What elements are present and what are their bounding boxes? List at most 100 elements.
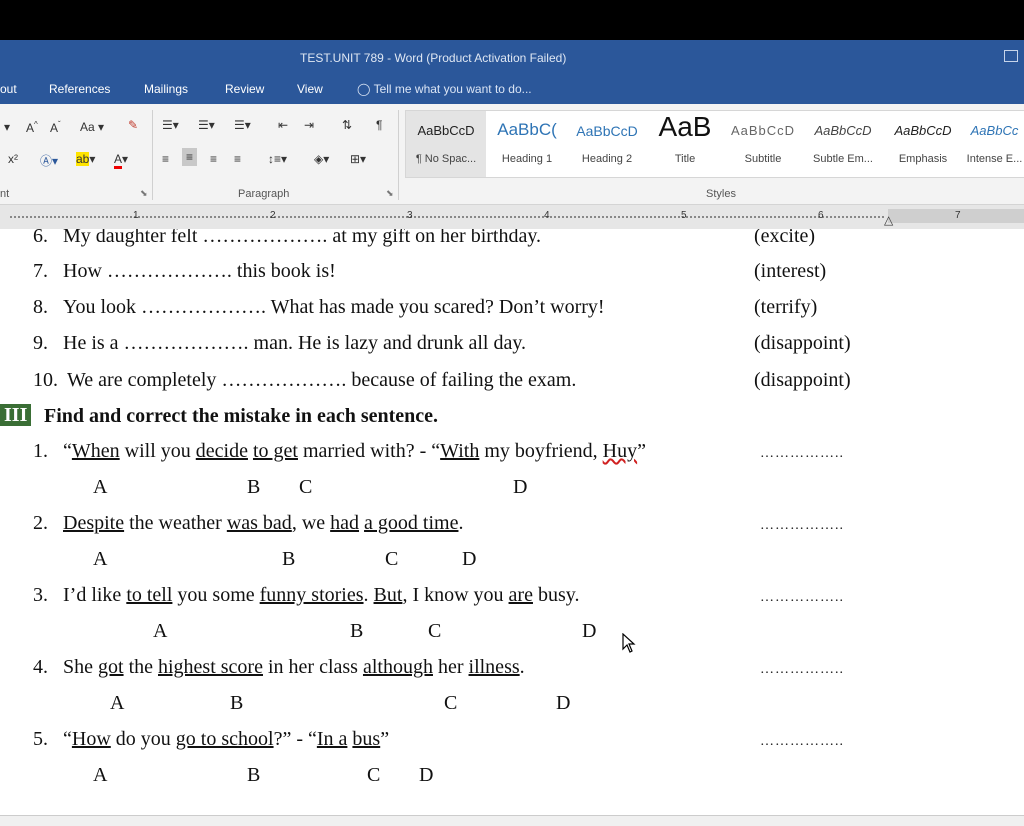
line-spacing-icon[interactable]: ↕≡▾ [268, 152, 287, 166]
option-label: A [93, 548, 108, 570]
style-heading-1[interactable]: AaBbC( Heading 1 [488, 111, 566, 177]
question-number: 2. [33, 512, 48, 534]
text-part: . [458, 512, 464, 534]
tell-me-search[interactable]: ◯ Tell me what you want to do... [357, 82, 532, 96]
underlined-part: are [508, 584, 533, 606]
paragraph-group-label: Paragraph [238, 188, 290, 200]
underlined-part: decide [195, 440, 248, 462]
superscript-icon[interactable]: x² [8, 152, 18, 166]
underlined-part: to get [252, 440, 298, 462]
style-emphasis[interactable]: AaBbCcD Emphasis [884, 111, 962, 177]
style-heading-2[interactable]: AaBbCcD Heading 2 [568, 111, 646, 177]
style-subtitle[interactable]: AaBbCcD Subtitle [724, 111, 802, 177]
shading-icon[interactable]: ◈▾ [314, 152, 329, 166]
tab-mailings[interactable]: Mailings [144, 82, 188, 96]
style-name: Subtitle [744, 153, 782, 165]
text-part: married with? - “ [297, 440, 441, 462]
underlined-part: How [71, 728, 111, 750]
text-part: the weather [124, 512, 227, 534]
document-page[interactable]: 6. My daughter felt ………………. at my gift o… [0, 229, 1024, 815]
question-text: I’d like to tell you some funny stories.… [63, 584, 579, 606]
text-part: , we [291, 512, 331, 534]
question-line: 5. “How do you go to school?” - “In a bu… [33, 728, 389, 751]
bullets-icon[interactable]: ☰▾ [162, 118, 179, 132]
option-label: B [282, 548, 296, 570]
question-line: 2. Despite the weather was bad, we had a… [33, 512, 463, 535]
word-hint: (terrify) [754, 296, 818, 318]
highlight-color-icon[interactable]: ab▾ [76, 152, 95, 166]
style-sample: AaBbCcD [576, 123, 638, 139]
ruler-number: 4 [544, 210, 550, 221]
section-number-badge: III [0, 404, 32, 426]
styles-gallery: AaBbCcD ¶ No Spac... AaBbC( Heading 1 Aa… [405, 110, 1024, 178]
underlined-part: In a [316, 728, 348, 750]
justify-icon[interactable]: ≡ [234, 152, 241, 166]
tab-references[interactable]: References [49, 82, 110, 96]
ruler-number: 3 [407, 210, 413, 221]
ruler-number: 5 [681, 210, 687, 221]
numbering-icon[interactable]: ☰▾ [198, 118, 215, 132]
font-size-dropdown-icon[interactable]: ▾ [4, 120, 10, 134]
shrink-font-icon[interactable]: Aˇ [50, 120, 61, 135]
paragraph-dialog-launcher-icon[interactable]: ⬊ [386, 188, 394, 199]
style-title[interactable]: AaB Title [648, 111, 722, 177]
option-label: A [93, 764, 108, 786]
underlined-part: highest score [158, 656, 263, 678]
text-part: ?” - “ [273, 728, 317, 750]
change-case-icon[interactable]: Aa ▾ [80, 120, 104, 134]
style-intense-emphasis[interactable]: AaBbCc Intense E... [964, 111, 1024, 177]
ruler-ticks [10, 216, 884, 218]
show-marks-icon[interactable]: ¶ [376, 118, 382, 132]
option-label: B [247, 764, 261, 786]
multilevel-list-icon[interactable]: ☰▾ [234, 118, 251, 132]
word-hint: (interest) [754, 260, 827, 282]
question-text: Despite the weather was bad, we had a go… [63, 512, 463, 534]
style-subtle-emphasis[interactable]: AaBbCcD Subtle Em... [804, 111, 882, 177]
exercise-line: 7. How ………………. this book is! [33, 260, 336, 283]
align-right-icon[interactable]: ≡ [210, 152, 217, 166]
style-name: Title [674, 153, 696, 165]
style-name: Subtle Em... [813, 153, 873, 165]
underlined-part: Despite [63, 512, 125, 534]
option-label: C [299, 476, 313, 498]
text-part: her [432, 656, 469, 678]
text-part: . [363, 584, 374, 606]
align-center-icon[interactable]: ≡ [182, 148, 198, 166]
line-text: We are completely ………………. because of fai… [67, 369, 577, 391]
horizontal-ruler[interactable]: 1 2 3 4 5 6 7 △ [0, 205, 1024, 230]
answer-blank: …………….. [760, 734, 844, 749]
section-title: Find and correct the mistake in each sen… [44, 405, 439, 427]
font-dialog-launcher-icon[interactable]: ⬊ [140, 188, 148, 199]
tab-layout[interactable]: out [0, 82, 17, 96]
restore-window-icon[interactable] [1004, 50, 1018, 62]
font-group-label: nt [0, 188, 10, 200]
style-no-spacing[interactable]: AaBbCcD ¶ No Spac... [406, 111, 486, 177]
screen-top-black-bar [0, 0, 1024, 40]
text-effects-icon[interactable]: Ⓐ▾ [40, 152, 58, 169]
style-name: Heading 1 [501, 153, 553, 165]
text-part: She [63, 656, 98, 678]
menu-bar: out References Mailings Review View ◯ Te… [0, 74, 1024, 104]
font-color-icon[interactable]: A▾ [114, 152, 128, 169]
text-part: “ [63, 728, 72, 750]
sort-icon[interactable]: ⇅ [342, 118, 352, 132]
style-sample: AaBbCcD [730, 123, 796, 138]
option-label: C [444, 692, 458, 714]
clear-formatting-icon[interactable]: ✎ [128, 118, 138, 132]
align-left-icon[interactable]: ≡ [162, 152, 169, 166]
borders-icon[interactable]: ⊞▾ [350, 152, 366, 166]
right-indent-marker-icon[interactable]: △ [884, 213, 893, 227]
decrease-indent-icon[interactable]: ⇤ [278, 118, 288, 132]
underlined-part: had [330, 512, 360, 534]
style-sample: AaBbCcD [417, 123, 475, 138]
option-label: A [110, 692, 125, 714]
tab-review[interactable]: Review [225, 82, 264, 96]
grow-font-icon[interactable]: A^ [26, 120, 38, 135]
tab-view[interactable]: View [297, 82, 323, 96]
underlined-part: funny stories [259, 584, 364, 606]
ribbon-separator [152, 110, 153, 200]
increase-indent-icon[interactable]: ⇥ [304, 118, 314, 132]
text-part: busy. [532, 584, 580, 606]
text-part: do you [110, 728, 176, 750]
option-label: B [230, 692, 244, 714]
